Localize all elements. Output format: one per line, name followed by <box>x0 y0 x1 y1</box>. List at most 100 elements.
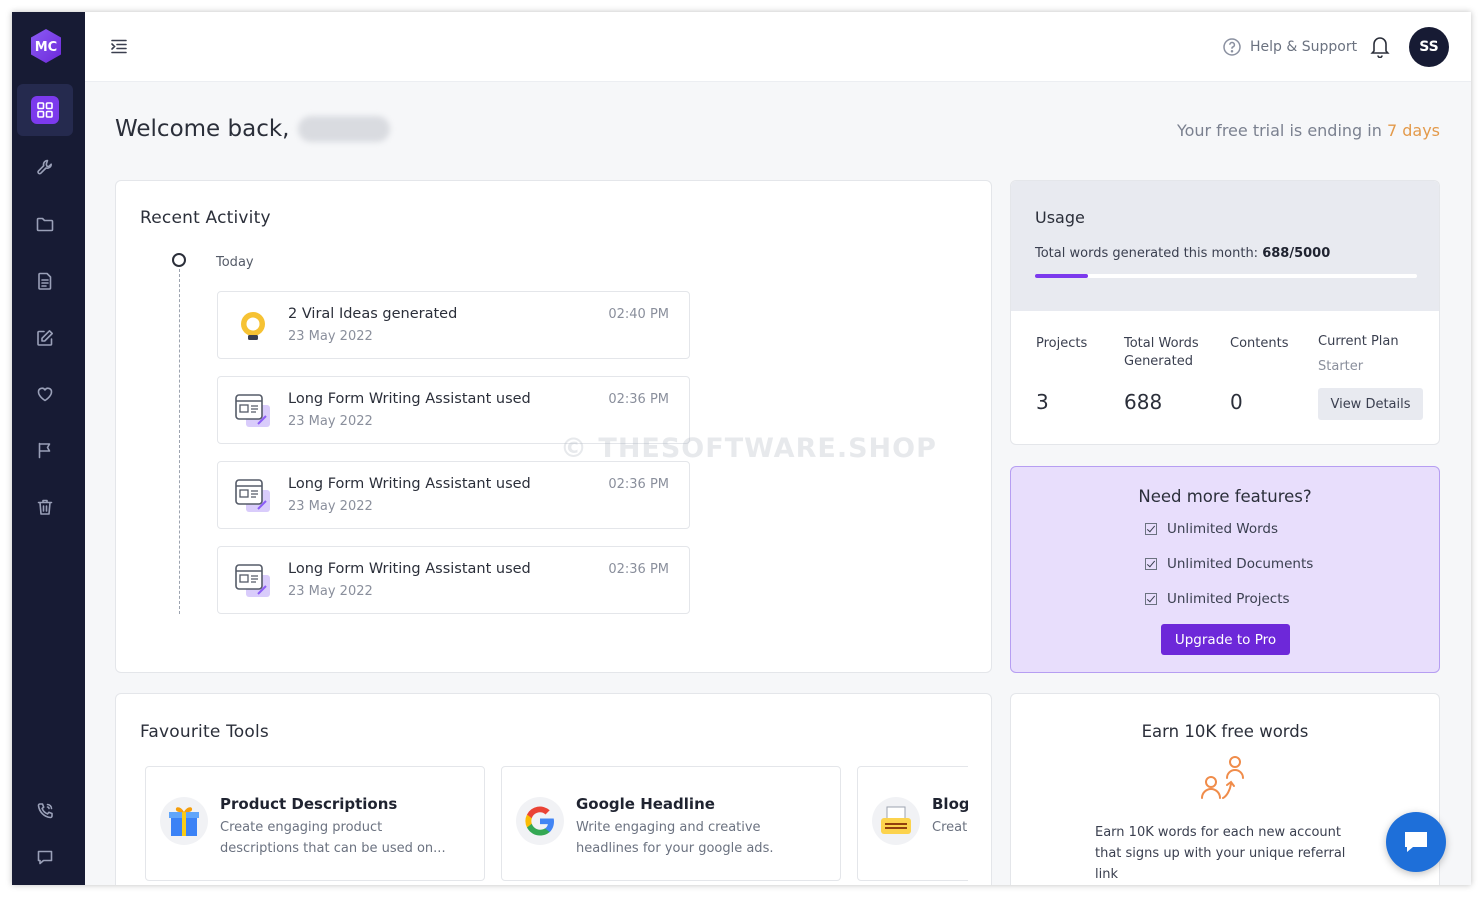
activity-title: 2 Viral Ideas generated <box>288 306 458 322</box>
tool-card-product-descriptions[interactable]: Product Descriptions Create engaging pro… <box>145 766 485 881</box>
stat-projects-label: Projects <box>1036 336 1088 351</box>
feature-label: Unlimited Projects <box>1167 591 1290 607</box>
activity-time: 02:40 PM <box>608 307 669 322</box>
activity-item[interactable]: Long Form Writing Assistant used 23 May … <box>217 461 690 529</box>
activity-title: Long Form Writing Assistant used <box>288 391 531 407</box>
flag-icon <box>31 436 59 464</box>
welcome-heading: Welcome back, <box>115 116 390 142</box>
recent-activity-title: Recent Activity <box>140 208 271 228</box>
sidebar-item-folders[interactable] <box>17 198 73 250</box>
activity-title: Long Form Writing Assistant used <box>288 476 531 492</box>
tool-description: Create engaging product descriptions tha… <box>220 820 446 856</box>
feature-item: Unlimited Projects <box>1145 591 1290 607</box>
writing-assistant-icon <box>235 564 270 597</box>
sidebar-item-dashboard[interactable] <box>17 84 73 136</box>
watermark: © THESOFTWARE.SHOP <box>560 433 937 464</box>
blurred-username <box>297 116 390 142</box>
sidebar-item-favourites[interactable] <box>17 368 73 420</box>
usage-card: Usage Total words generated this month: … <box>1010 180 1440 445</box>
timeline-group-label: Today <box>216 255 254 270</box>
trash-icon <box>31 493 59 521</box>
upgrade-title: Need more features? <box>1138 487 1312 506</box>
earn-description: Earn 10K words for each new account that… <box>1095 825 1346 882</box>
view-details-button[interactable]: View Details <box>1318 388 1423 420</box>
activity-title: Long Form Writing Assistant used <box>288 561 531 577</box>
activity-date: 23 May 2022 <box>288 329 373 344</box>
tool-card-google-headline[interactable]: Google Headline Write engaging and creat… <box>501 766 841 881</box>
stat-projects-value: 3 <box>1036 390 1049 414</box>
timeline-dot <box>172 253 186 267</box>
activity-time: 02:36 PM <box>608 562 669 577</box>
logo-text: MC <box>35 40 57 55</box>
feature-label: Unlimited Words <box>1167 521 1279 537</box>
tool-description: Creat your b <box>932 820 968 835</box>
user-avatar[interactable]: SS <box>1409 27 1449 67</box>
sidebar-item-tools[interactable] <box>17 141 73 193</box>
heart-icon <box>31 380 59 408</box>
usage-progress-fill <box>1035 274 1088 278</box>
app-window: MC Help & Support SS Welcome back, Your … <box>12 12 1471 885</box>
document-icon <box>31 267 59 295</box>
trial-prefix: Your free trial is ending in <box>1176 121 1382 140</box>
help-support-link[interactable]: Help & Support <box>1222 36 1357 58</box>
topbar: Help & Support SS <box>85 12 1471 82</box>
tool-description: Write engaging and creative headlines fo… <box>576 820 774 856</box>
usage-progress-bar <box>1035 274 1417 278</box>
app-logo[interactable]: MC <box>28 28 64 64</box>
activity-date: 23 May 2022 <box>288 584 373 599</box>
sidebar-item-call[interactable] <box>17 785 73 837</box>
timeline-line <box>179 269 180 614</box>
sidebar-item-trash[interactable] <box>17 481 73 533</box>
chat-icon <box>31 843 59 871</box>
live-chat-button[interactable] <box>1386 812 1446 872</box>
google-icon <box>516 797 564 845</box>
sidebar-item-editor[interactable] <box>17 312 73 364</box>
sidebar: MC <box>12 12 85 885</box>
checkbox-icon <box>1145 523 1157 535</box>
sidebar-item-messages[interactable] <box>17 831 73 883</box>
activity-time: 02:36 PM <box>608 477 669 492</box>
current-plan-label: Current Plan <box>1318 334 1399 349</box>
activity-item[interactable]: 2 Viral Ideas generated 23 May 2022 02:4… <box>217 291 690 359</box>
typewriter-icon <box>872 797 920 845</box>
chat-bubble-icon <box>1405 832 1427 852</box>
current-plan-value: Starter <box>1318 359 1364 374</box>
favourite-tools-card: Favourite Tools Product Descriptions Cre… <box>115 693 992 885</box>
gift-icon <box>160 797 208 845</box>
favourite-tools-title: Favourite Tools <box>140 722 269 742</box>
checkbox-icon <box>1145 558 1157 570</box>
tool-title: Product Descriptions <box>220 795 398 813</box>
upgrade-to-pro-button[interactable]: Upgrade to Pro <box>1161 624 1290 655</box>
recent-activity-card: Recent Activity Today 2 Viral Ideas gene… <box>115 180 992 673</box>
checkbox-icon <box>1145 593 1157 605</box>
referral-icon <box>1201 756 1244 799</box>
folder-icon <box>31 210 59 238</box>
activity-item[interactable]: Long Form Writing Assistant used 23 May … <box>217 546 690 614</box>
sidebar-item-reports[interactable] <box>17 424 73 476</box>
feature-item: Unlimited Documents <box>1145 556 1313 572</box>
feature-label: Unlimited Documents <box>1167 556 1314 572</box>
menu-toggle-icon[interactable] <box>109 36 129 56</box>
usage-words: Total words generated this month: 688/50… <box>1035 246 1330 261</box>
trial-notice: Your free trial is ending in 7 days <box>1177 121 1440 140</box>
upgrade-card: Need more features? Unlimited Words Unli… <box>1010 466 1440 673</box>
writing-assistant-icon <box>235 394 270 427</box>
usage-summary: Usage Total words generated this month: … <box>1011 181 1439 311</box>
earn-title: Earn 10K free words <box>1141 722 1309 741</box>
help-support-label: Help & Support <box>1250 39 1358 55</box>
stat-words-value: 688 <box>1124 390 1163 414</box>
stat-contents-label: Contents <box>1230 336 1289 351</box>
writing-assistant-icon <box>235 479 270 512</box>
feature-item: Unlimited Words <box>1145 521 1278 537</box>
tool-card-blog[interactable]: Blog Creat your b <box>857 766 968 881</box>
stat-words-label: Total Words Generated <box>1124 336 1199 369</box>
help-icon <box>1223 38 1241 56</box>
earn-words-card: Earn 10K free words Earn 10K words for e… <box>1010 693 1440 885</box>
welcome-greeting: Welcome back, <box>115 116 290 142</box>
activity-time: 02:36 PM <box>608 392 669 407</box>
notifications-bell-icon[interactable] <box>1369 34 1393 59</box>
trial-days: 7 days <box>1386 121 1440 140</box>
tool-title: Blog <box>932 795 968 813</box>
activity-date: 23 May 2022 <box>288 414 373 429</box>
sidebar-item-documents[interactable] <box>17 255 73 307</box>
